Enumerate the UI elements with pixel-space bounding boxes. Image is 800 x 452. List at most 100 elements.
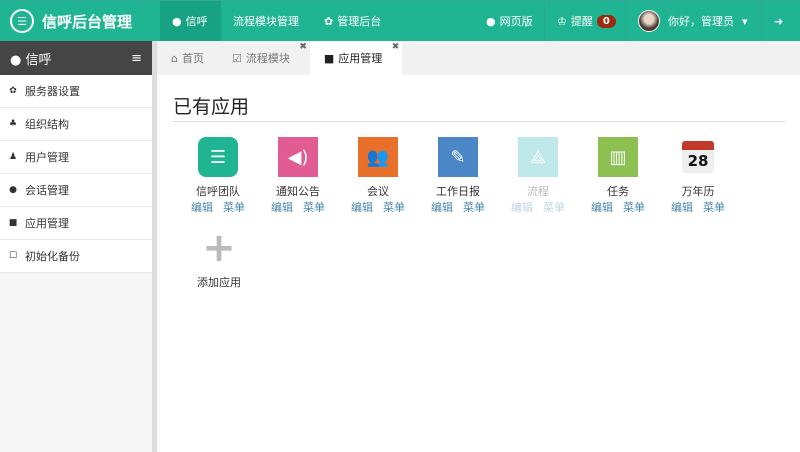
nav-label: 管理后台 — [337, 15, 382, 28]
tab-label: 流程模块 — [245, 52, 290, 65]
nav-label: 流程模块管理 — [233, 15, 299, 28]
check-square-icon: ☑ — [231, 51, 242, 65]
menu-link[interactable]: 菜单 — [223, 199, 245, 215]
app-icon: ✎ — [438, 137, 478, 177]
app-tile[interactable]: 28 万年历 编辑 菜单 — [663, 137, 733, 215]
app-icon: ◀) — [278, 137, 318, 177]
web-version-link[interactable]: ● 网页版 — [474, 1, 545, 41]
item-label: 初始化备份 — [25, 250, 80, 263]
gear-icon: ✿ — [9, 86, 17, 96]
greeting: 你好，管理员 — [668, 15, 734, 28]
app-name: 通知公告 — [276, 185, 320, 198]
sidebar-item-server[interactable]: ✿ 服务器设置 — [0, 75, 152, 108]
caret-down-icon: ▾ — [742, 14, 748, 28]
edit-link[interactable]: 编辑 — [591, 199, 613, 215]
remind-badge: 0 — [596, 14, 616, 28]
divider — [173, 121, 785, 122]
tab-bar: ⌂ 首页 ☑ 流程模块 ✖ ■ 应用管理 ✖ — [157, 41, 800, 75]
tab-label: 应用管理 — [338, 52, 383, 65]
top-bar: ☰ 信呼后台管理 ● 信呼 流程模块管理 ✿ 管理后台 ● 网页版 ♔ 提醒 0 你好，管理… — [0, 0, 800, 41]
avatar — [638, 10, 660, 32]
tab-app-manage[interactable]: ■ 应用管理 ✖ — [309, 41, 403, 75]
gear-icon: ✿ — [324, 14, 334, 28]
sign-out-icon: ➜ — [774, 14, 784, 28]
nav-xinhu[interactable]: ● 信呼 — [160, 1, 221, 41]
item-label: 会话管理 — [25, 184, 69, 197]
item-label: 用户管理 — [25, 151, 69, 164]
grid-icon: ■ — [323, 51, 335, 65]
sidebar-title-text: 信呼 — [25, 52, 52, 68]
brand[interactable]: ☰ 信呼后台管理 — [10, 9, 132, 33]
user-icon: ♟ — [8, 152, 18, 162]
menu-link[interactable]: 菜单 — [543, 199, 565, 215]
sidebar-item-org[interactable]: ♣ 组织结构 — [0, 108, 152, 141]
app-name: 信呼团队 — [196, 185, 240, 198]
sidebar: ✿ 服务器设置 ♣ 组织结构 ♟ 用户管理 ● 会话管理 ■ 应用管理 ☐ 初始化备份 — [0, 75, 152, 452]
app-tile[interactable]: ▥ 任务 编辑 菜单 — [583, 137, 653, 215]
page-title: 已有应用 — [173, 96, 250, 118]
logout-button[interactable]: ➜ — [761, 1, 800, 41]
sidebar-item-backup[interactable]: ☐ 初始化备份 — [0, 240, 152, 273]
app-tile[interactable]: ◀) 通知公告 编辑 菜单 — [263, 137, 333, 215]
add-app-button[interactable]: + 添加应用 — [184, 225, 254, 290]
menu-link[interactable]: 菜单 — [623, 199, 645, 215]
calendar-icon: 28 — [682, 141, 714, 173]
bell-icon: ♔ — [557, 14, 567, 28]
remind-label: 提醒 — [570, 15, 593, 28]
app-name: 工作日报 — [436, 185, 480, 198]
tab-flow-module[interactable]: ☑ 流程模块 ✖ — [218, 41, 310, 75]
nav-flow-module[interactable]: 流程模块管理 — [221, 1, 311, 41]
comment-icon: ● — [172, 14, 182, 28]
close-icon[interactable]: ✖ — [392, 42, 400, 52]
menu-toggle-icon[interactable]: ≡ — [131, 51, 142, 66]
app-icon: ⟁ — [518, 137, 558, 177]
edit-link[interactable]: 编辑 — [431, 199, 453, 215]
sitemap-icon: ♣ — [8, 119, 18, 129]
app-icon: ▥ — [598, 137, 638, 177]
sidebar-header: ● 信呼 ≡ — [0, 41, 152, 75]
app-icon: 28 — [678, 137, 718, 177]
edit-link[interactable]: 编辑 — [671, 199, 693, 215]
tab-home[interactable]: ⌂ 首页 — [157, 41, 218, 75]
menu-link[interactable]: 菜单 — [463, 199, 485, 215]
home-icon: ⌂ — [171, 51, 178, 65]
nav-label: 信呼 — [185, 15, 208, 28]
menu-link[interactable]: 菜单 — [303, 199, 325, 215]
app-name: 万年历 — [681, 185, 715, 198]
brand-title: 信呼后台管理 — [42, 12, 133, 31]
item-label: 组织结构 — [25, 118, 69, 131]
app-tile[interactable]: ☰ 信呼团队 编辑 菜单 — [183, 137, 253, 215]
edit-link[interactable]: 编辑 — [351, 199, 373, 215]
chat-logo-icon: ☰ — [10, 9, 34, 33]
sidebar-item-apps[interactable]: ■ 应用管理 — [0, 207, 152, 240]
user-menu[interactable]: 你好，管理员 ▾ — [625, 1, 760, 41]
app-tile[interactable]: ⟁ 流程 编辑 菜单 — [503, 137, 573, 215]
menu-link[interactable]: 菜单 — [703, 199, 725, 215]
app-tile[interactable]: ✎ 工作日报 编辑 菜单 — [423, 137, 493, 215]
app-name: 任务 — [607, 185, 629, 198]
app-icon: 👥 — [358, 137, 398, 177]
close-icon[interactable]: ✖ — [299, 42, 307, 52]
edit-link[interactable]: 编辑 — [511, 199, 533, 215]
edit-link[interactable]: 编辑 — [271, 199, 293, 215]
app-icon: ☰ — [198, 137, 238, 177]
grid-icon: ■ — [8, 218, 18, 228]
sidebar-item-sessions[interactable]: ● 会话管理 — [0, 174, 152, 207]
app-tile[interactable]: 👥 会议 编辑 菜单 — [343, 137, 413, 215]
add-app-label: 添加应用 — [197, 276, 241, 289]
tab-label: 首页 — [181, 52, 204, 65]
item-label: 服务器设置 — [25, 85, 80, 98]
nav-admin[interactable]: ✿ 管理后台 — [312, 1, 393, 41]
plus-icon: + — [202, 225, 236, 271]
edit-link[interactable]: 编辑 — [191, 199, 213, 215]
globe-icon: ● — [486, 14, 496, 28]
bookmark-icon: ☐ — [8, 251, 18, 261]
sidebar-splitter[interactable] — [152, 41, 157, 452]
sidebar-item-users[interactable]: ♟ 用户管理 — [0, 141, 152, 174]
menu-link[interactable]: 菜单 — [383, 199, 405, 215]
app-name: 流程 — [527, 185, 549, 198]
sidebar-title: ● 信呼 — [10, 52, 52, 68]
web-label: 网页版 — [499, 15, 533, 28]
comments-icon: ● — [9, 185, 17, 195]
remind-button[interactable]: ♔ 提醒 0 — [544, 1, 628, 41]
